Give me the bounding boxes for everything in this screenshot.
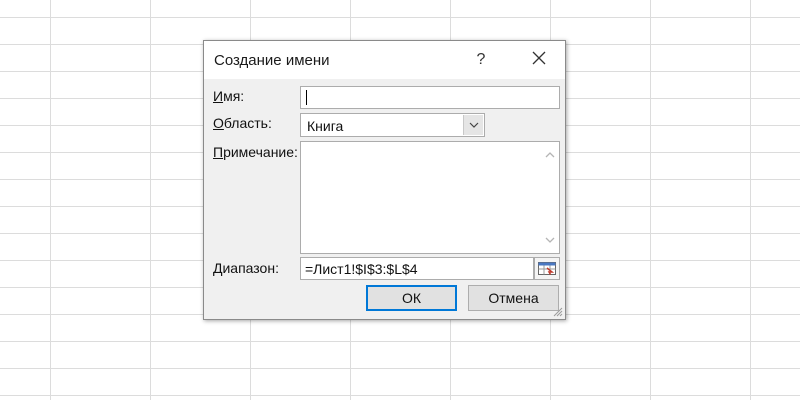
comment-label: Примечание: — [213, 144, 298, 160]
ok-button[interactable]: ОК — [366, 285, 457, 311]
collapse-dialog-button[interactable] — [534, 257, 560, 280]
title-bar: Создание имени ? — [204, 41, 565, 79]
chevron-down-icon — [469, 122, 478, 128]
range-label: Диапазон: — [213, 260, 279, 276]
scope-value: Книга — [307, 118, 344, 134]
close-icon — [532, 51, 546, 65]
dialog-title: Создание имени — [214, 52, 330, 69]
range-select-icon — [538, 262, 556, 275]
name-input[interactable] — [300, 86, 560, 109]
help-button[interactable]: ? — [466, 48, 496, 72]
scroll-up-icon[interactable] — [544, 150, 556, 160]
name-label: Имя: — [213, 88, 245, 104]
resize-grip-icon[interactable] — [553, 307, 563, 317]
scope-label: Область: — [213, 115, 272, 131]
cancel-button[interactable]: Отмена — [468, 285, 559, 311]
range-value: =Лист1!$I$3:$L$4 — [305, 261, 418, 277]
scope-dropdown[interactable]: Книга — [300, 113, 485, 137]
scroll-down-icon[interactable] — [544, 235, 556, 245]
close-button[interactable] — [522, 48, 556, 72]
dropdown-arrow-button[interactable] — [463, 115, 483, 135]
create-name-dialog: Создание имени ? Имя: Область: Книга При… — [203, 40, 566, 320]
text-caret — [306, 90, 307, 105]
comment-textarea[interactable] — [300, 141, 560, 254]
range-input[interactable]: =Лист1!$I$3:$L$4 — [300, 257, 534, 280]
